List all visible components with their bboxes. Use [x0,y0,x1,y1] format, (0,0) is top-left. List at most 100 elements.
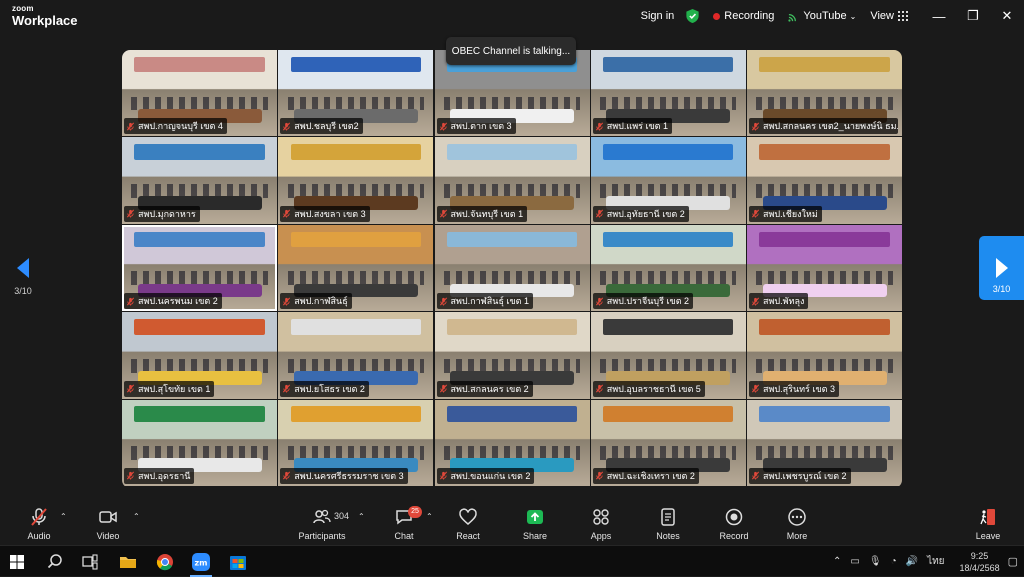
participant-nameplate: สพป.ชลบุรี เขต2 [280,118,363,135]
backdrop-banner [759,144,890,160]
participant-tile[interactable]: สพป.สุรินทร์ เขต 3 [747,312,902,399]
mic-muted-icon [595,122,603,131]
participant-tile[interactable]: สพป.แพร่ เขต 1 [590,50,746,137]
participant-nameplate: สพป.อุทัยธานี เขต 2 [592,205,689,222]
mic-muted-icon [751,122,760,131]
input-language[interactable]: ไทย [927,554,944,569]
notification-icon[interactable]: ▢ [1008,555,1018,568]
chrome-icon[interactable] [154,551,176,573]
task-view-icon[interactable] [79,551,101,573]
participant-tile[interactable]: สพป.ฉะเชิงเทรา เขต 2 [590,399,746,486]
shield-check-icon[interactable] [686,9,699,23]
participant-nameplate: สพป.ปราจีนบุรี เขต 2 [592,293,694,310]
next-page-button[interactable]: 3/10 [979,236,1024,300]
share-button[interactable]: Share [505,507,565,541]
participants-options-chevron-icon[interactable]: ⌃ [358,512,365,521]
share-label: Share [522,531,548,541]
recording-indicator[interactable]: Recording [713,10,774,22]
participant-name: สพป.อุดรธานี [138,470,191,481]
participant-name: สพป.มุกดาหาร [138,208,196,219]
participant-tile[interactable]: สพป.จันทบุรี เขต 1 [434,137,590,224]
participant-nameplate: สพป.อุบลราชธานี เขต 5 [592,380,705,397]
react-button[interactable]: React [438,507,498,541]
participant-tile[interactable]: สพป.อุดรธานี [122,399,277,486]
apps-button[interactable]: Apps [571,507,631,541]
view-label: View [870,10,894,22]
participant-tile[interactable]: สพป.อุทัยธานี เขต 2 [590,137,746,224]
participant-tile[interactable]: สพป.กาญจนบุรี เขต 4 [122,50,277,137]
video-options-chevron-icon[interactable]: ⌃ [133,512,140,521]
participant-tile[interactable]: สพป.มุกดาหาร [122,137,277,224]
mic-muted-icon [126,384,135,393]
participant-name: สพป.กาฬสินธุ์ เขต 1 [450,296,530,307]
zoom-app-icon[interactable]: zm [190,551,212,573]
mic-muted-icon [595,471,603,481]
record-button[interactable]: Record [704,507,764,541]
participant-tile[interactable]: สพป.พัทลุง [747,224,902,312]
participant-nameplate: สพป.ยโสธร เขต 2 [280,380,369,397]
close-button[interactable]: ✕ [990,0,1024,32]
backdrop-banner [134,231,265,248]
mic-muted-icon [283,384,291,393]
leave-button[interactable]: Leave [958,507,1018,541]
participant-name: สพป.พัทลุง [763,296,805,307]
participant-name: สพป.นครศรีธรรมราช เขต 3 [294,470,404,481]
backdrop-banner [446,406,578,423]
video-button[interactable]: Video [78,507,138,541]
participant-tile[interactable]: สพป.ชลบุรี เขต2 [278,50,434,137]
volume-icon[interactable]: 🔊 [906,556,918,567]
audio-options-chevron-icon[interactable]: ⌃ [60,512,67,521]
more-icon [788,508,806,526]
meeting-toolbar: Audio ⌃ Video ⌃ Participants 304 ⌃ Chat … [0,500,1024,545]
participant-tile[interactable]: สพป.สกลนคร เขต2_นายพงษ์นิ ธม... [747,50,902,137]
chevron-up-icon[interactable]: ⌃ [833,556,841,567]
participant-nameplate: สพป.สุโขทัย เขต 1 [124,380,215,397]
livestream-menu[interactable]: YouTube ⌄ [788,10,856,22]
chat-options-chevron-icon[interactable]: ⌃ [426,512,433,521]
participant-tile[interactable]: สพป.สงขลา เขต 3 [278,137,434,224]
participant-nameplate: สพป.ฉะเชิงเทรา เขต 2 [592,467,699,484]
battery-icon[interactable]: ▭ [850,556,859,567]
record-dot-icon [713,12,721,20]
participant-nameplate: สพป.ตาก เขต 3 [436,118,516,135]
participant-tile[interactable]: สพป.อุบลราชธานี เขต 5 [590,312,746,399]
participant-tile[interactable]: สพป.นครพนม เขต 2 [122,224,277,312]
system-tray: ⌃ ▭ 🎙 ◔ 🔊 ไทย 9:25 18/4/2568 ▢ [833,546,1018,577]
previous-page-button[interactable]: 3/10 [8,258,38,296]
mic-muted-icon [751,384,760,393]
restore-button[interactable]: ❐ [956,0,990,32]
participant-tile[interactable]: สพป.ยโสธร เขต 2 [278,312,434,399]
participant-tile[interactable]: สพป.นครศรีธรรมราช เขต 3 [278,399,434,486]
participant-tile[interactable]: สพป.สุโขทัย เขต 1 [122,312,277,399]
windows-start-icon[interactable] [6,551,28,573]
participant-tile[interactable]: สพป.ปราจีนบุรี เขต 2 [590,224,746,312]
participant-tile[interactable]: สพป.เพชรบูรณ์ เขต 2 [747,399,902,486]
participant-tile[interactable]: สพป.เชียงใหม่ [747,137,902,224]
participant-tile[interactable]: สพป.ขอนแก่น เขต 2 [434,399,590,486]
backdrop-banner [290,406,421,423]
participant-name: สพป.กาฬสินธุ์ [294,296,348,307]
backdrop-banner [759,231,890,248]
mic-muted-icon [595,209,603,218]
microphone-icon[interactable]: 🎙 [869,556,882,567]
more-button[interactable]: More [767,507,827,541]
view-menu[interactable]: View [870,10,908,22]
system-clock[interactable]: 9:25 18/4/2568 [960,550,1000,574]
mic-muted-icon [126,209,135,218]
mic-muted-icon [283,297,291,306]
sign-in-link[interactable]: Sign in [641,10,675,22]
participants-label: Participants [298,531,346,541]
microsoft-store-icon[interactable] [227,551,249,573]
minimize-button[interactable]: — [922,0,956,32]
network-icon[interactable]: ◔ [891,556,897,567]
participant-nameplate: สพป.แพร่ เขต 1 [592,118,673,135]
participant-tile[interactable]: สพป.สกลนคร เขต 2 [434,312,590,399]
participant-tile[interactable]: สพป.กาฬสินธุ์ เขต 1 [434,224,590,312]
notes-button[interactable]: Notes [638,507,698,541]
file-explorer-icon[interactable] [117,551,139,573]
chat-button[interactable]: Chat [374,507,434,541]
participant-tile[interactable]: สพป.กาฬสินธุ์ [278,224,434,312]
search-icon[interactable] [44,551,66,573]
participant-name: สพป.แพร่ เขต 1 [606,121,669,132]
participant-name: สพป.สุรินทร์ เขต 3 [763,383,835,394]
